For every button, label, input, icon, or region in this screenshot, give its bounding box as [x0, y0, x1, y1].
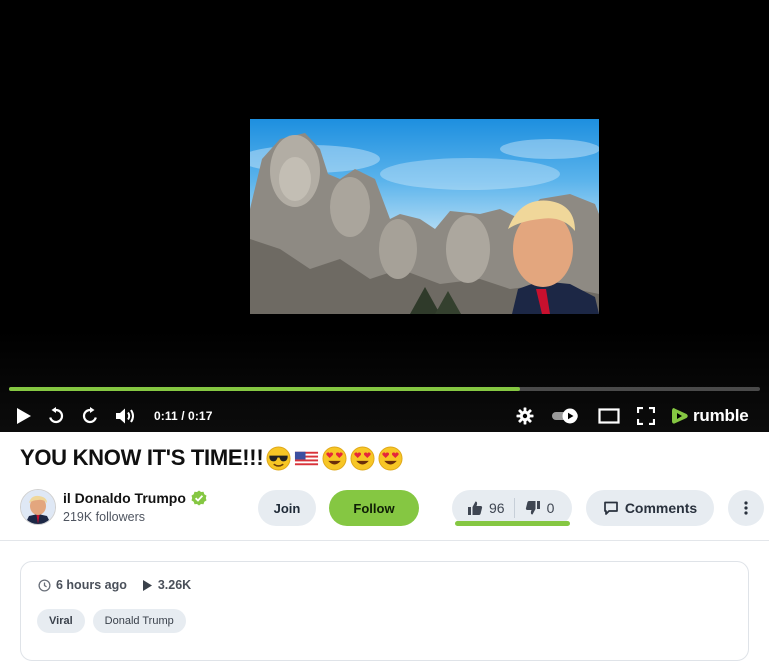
- rumble-logo[interactable]: rumble: [670, 404, 749, 428]
- follower-count: 219K followers: [63, 510, 145, 524]
- channel-info: il Donaldo Trumpo 219K followers: [20, 489, 207, 525]
- verified-badge-icon: [191, 490, 207, 506]
- comments-label: Comments: [624, 500, 698, 516]
- seek-bar-progress: [9, 387, 520, 391]
- video-details-card: 6 hours ago 3.26K Viral Donald Trump: [20, 561, 749, 661]
- more-options-button[interactable]: [728, 490, 764, 526]
- join-button[interactable]: Join: [258, 490, 316, 526]
- video-title: YOU KNOW IT'S TIME!!!: [20, 445, 403, 471]
- like-ratio-bar: [455, 521, 570, 526]
- comments-button[interactable]: Comments: [586, 490, 714, 526]
- play-views-icon: [142, 579, 152, 591]
- clock-icon: [38, 578, 51, 592]
- vote-divider: [513, 498, 515, 518]
- view-count: 3.26K: [141, 578, 191, 592]
- video-frame: [250, 119, 599, 314]
- forward-button[interactable]: [79, 404, 101, 428]
- thumbs-down-icon: [525, 501, 540, 515]
- fullscreen-icon: [637, 407, 655, 425]
- posted-time: 6 hours ago: [38, 578, 127, 592]
- brand-name: rumble: [693, 406, 749, 425]
- theater-icon: [598, 408, 620, 424]
- thumbs-up-icon: [468, 501, 483, 515]
- player-controls: 0:11 / 0:17 rumble: [0, 400, 769, 432]
- forward-icon: [82, 407, 97, 424]
- dislike-button[interactable]: 0: [525, 500, 555, 516]
- theater-mode-button[interactable]: [597, 404, 621, 428]
- volume-icon: [116, 408, 134, 424]
- tag-list: Viral Donald Trump: [37, 609, 186, 633]
- like-button[interactable]: 96: [467, 500, 505, 516]
- comment-icon: [603, 501, 618, 515]
- more-vertical-icon: [744, 501, 748, 515]
- like-count: 96: [489, 500, 505, 516]
- toggle-icon: [552, 408, 578, 424]
- posted-time-text: 6 hours ago: [56, 578, 127, 592]
- sunglasses-emoji-icon: [266, 445, 291, 471]
- gear-icon: [516, 407, 534, 425]
- heart-eyes-emoji-icon: [322, 445, 347, 471]
- volume-button[interactable]: [114, 404, 138, 428]
- seek-bar[interactable]: [9, 387, 760, 391]
- play-button[interactable]: [12, 404, 34, 428]
- tag-donald-trump[interactable]: Donald Trump: [92, 609, 186, 633]
- time-display: 0:11 / 0:17: [154, 409, 213, 423]
- follow-button[interactable]: Follow: [329, 490, 419, 526]
- us-flag-emoji-icon: [295, 451, 319, 465]
- channel-name[interactable]: il Donaldo Trumpo: [63, 490, 186, 506]
- divider: [0, 540, 769, 541]
- avatar-image: [21, 490, 55, 524]
- rumble-logo-icon: [672, 408, 688, 424]
- settings-button[interactable]: [514, 404, 536, 428]
- heart-eyes-emoji-icon: [350, 445, 375, 471]
- autoplay-toggle[interactable]: [550, 404, 582, 428]
- replay-icon: [49, 407, 64, 424]
- view-count-text: 3.26K: [157, 578, 192, 592]
- heart-eyes-emoji-icon: [378, 445, 403, 471]
- play-icon: [17, 408, 31, 424]
- fullscreen-button[interactable]: [635, 404, 657, 428]
- video-player[interactable]: 0:11 / 0:17 rumble: [0, 0, 769, 432]
- mount-rushmore-image: [250, 133, 599, 314]
- replay-button[interactable]: [45, 404, 67, 428]
- avatar[interactable]: [20, 489, 56, 525]
- dislike-count: 0: [546, 500, 555, 516]
- tag-viral[interactable]: Viral: [37, 609, 85, 633]
- video-title-text: YOU KNOW IT'S TIME!!!: [20, 445, 264, 470]
- video-meta: 6 hours ago 3.26K: [38, 578, 191, 592]
